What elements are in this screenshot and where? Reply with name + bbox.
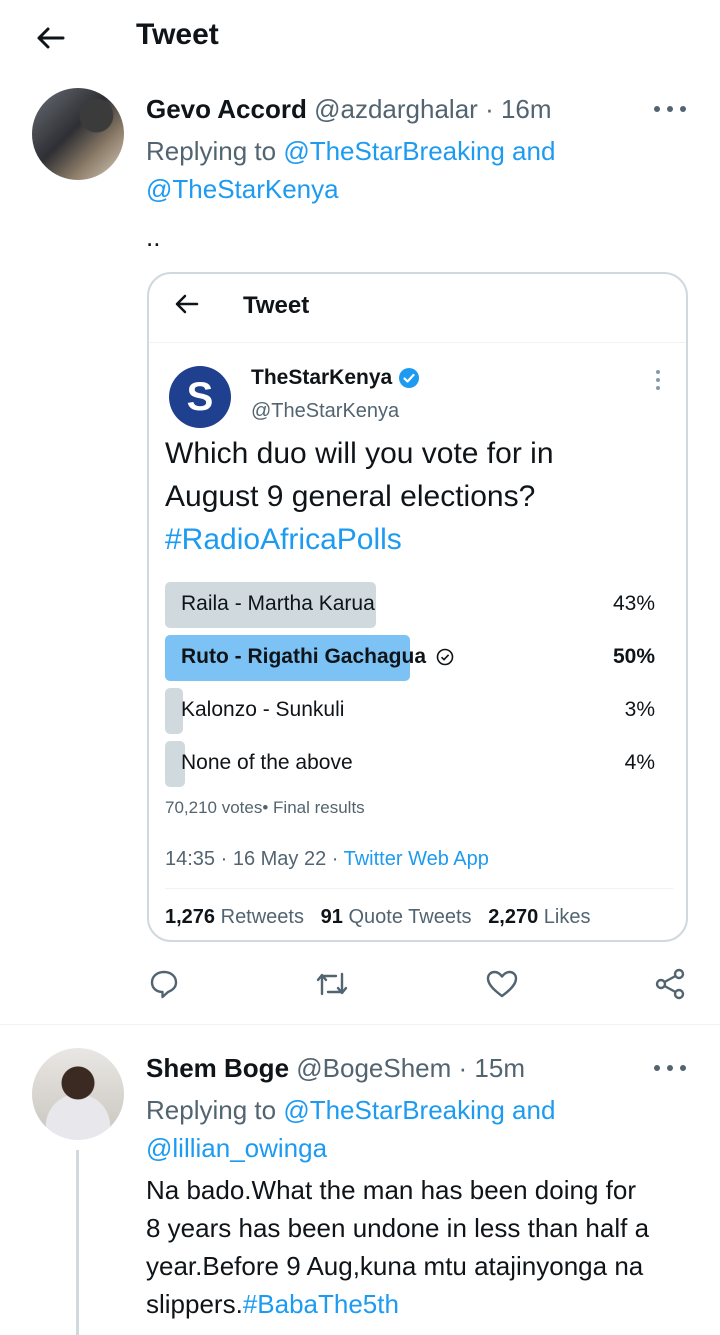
poll-percent: 3% (624, 698, 655, 721)
user-handle[interactable]: @azdarghalar (314, 94, 478, 124)
reply-icon (150, 970, 178, 999)
page-title: Tweet (136, 18, 219, 51)
retweet-icon (316, 972, 348, 996)
replying-to: Replying to @TheStarBreaking and @TheSta… (146, 136, 556, 204)
replying-to: Replying to @TheStarBreaking and @lillia… (146, 1095, 556, 1163)
more-options-button[interactable] (654, 1063, 686, 1073)
poll-option: None of the above 4% (165, 741, 655, 787)
arrow-left-icon (175, 294, 199, 314)
poll-label: Ruto - Rigathi Gachagua (181, 645, 454, 669)
divider (165, 888, 673, 889)
timestamp: · 15m (458, 1053, 526, 1083)
top-bar: Tweet (0, 0, 720, 78)
retweet-button[interactable] (314, 966, 350, 1002)
embedded-handle: @TheStarKenya (251, 400, 400, 422)
tweet-text: .. (146, 222, 161, 252)
verified-badge-icon (399, 368, 420, 388)
poll-option: Raila - Martha Karua 43% (165, 582, 655, 628)
embedded-avatar: S (169, 366, 231, 428)
like-button[interactable] (484, 966, 520, 1002)
hashtag: #RadioAfricaPolls (165, 523, 402, 556)
share-button[interactable] (652, 966, 688, 1002)
tweet-text: Na bado.What the man has been doing for … (146, 1175, 650, 1319)
poll-label: Raila - Martha Karua (181, 592, 375, 615)
thread-line (76, 1150, 79, 1335)
poll-percent: 43% (612, 592, 655, 615)
mention-link[interactable]: @TheStarBreaking and (283, 1095, 555, 1125)
attached-image[interactable]: Tweet S TheStarKenya @TheStarKenya Which… (147, 272, 688, 942)
mention-link[interactable]: @TheStarKenya (146, 174, 339, 204)
embedded-stats: 1,276 Retweets 91 Quote Tweets 2,270 Lik… (165, 906, 591, 928)
back-button[interactable] (30, 20, 70, 56)
poll-label: None of the above (181, 751, 353, 774)
mention-link[interactable]: @lillian_owinga (146, 1133, 327, 1163)
tweet-header: Gevo Accord @azdarghalar · 16m (146, 94, 552, 125)
timestamp: · 16m (485, 94, 552, 124)
mention-link[interactable]: @TheStarBreaking and (283, 136, 555, 166)
embedded-tweet-text: Which duo will you vote for in August 9 … (165, 437, 554, 556)
user-handle[interactable]: @BogeShem (296, 1053, 451, 1083)
hashtag[interactable]: #BabaThe5th (243, 1289, 399, 1319)
avatar[interactable] (32, 1048, 124, 1140)
poll-option: Ruto - Rigathi Gachagua 50% (165, 635, 655, 681)
divider (0, 1024, 720, 1025)
heart-icon (486, 970, 518, 998)
more-vertical-icon (656, 370, 660, 390)
poll-option: Kalonzo - Sunkuli 3% (165, 688, 655, 734)
avatar[interactable] (32, 88, 124, 180)
poll-votes: 70,210 votes• Final results (165, 798, 365, 817)
check-circle-icon (436, 648, 454, 666)
tweet-actions (146, 962, 696, 1010)
poll-percent: 4% (624, 751, 655, 774)
tweet-header: Shem Boge @BogeShem · 15m (146, 1053, 525, 1084)
poll-label: Kalonzo - Sunkuli (181, 698, 345, 721)
source-link: Twitter Web App (343, 848, 489, 870)
display-name[interactable]: Gevo Accord (146, 94, 307, 124)
reply-button[interactable] (146, 966, 182, 1002)
divider (149, 342, 686, 343)
display-name[interactable]: Shem Boge (146, 1053, 289, 1083)
arrow-left-icon (37, 27, 65, 49)
embedded-name: TheStarKenya (251, 366, 420, 390)
embedded-title: Tweet (243, 292, 310, 319)
embedded-back (175, 294, 199, 319)
poll-percent: 50% (612, 645, 655, 668)
embedded-timestamp: 14:35 · 16 May 22 · Twitter Web App (165, 848, 489, 870)
more-options-button[interactable] (654, 104, 686, 114)
share-icon (655, 968, 685, 1000)
